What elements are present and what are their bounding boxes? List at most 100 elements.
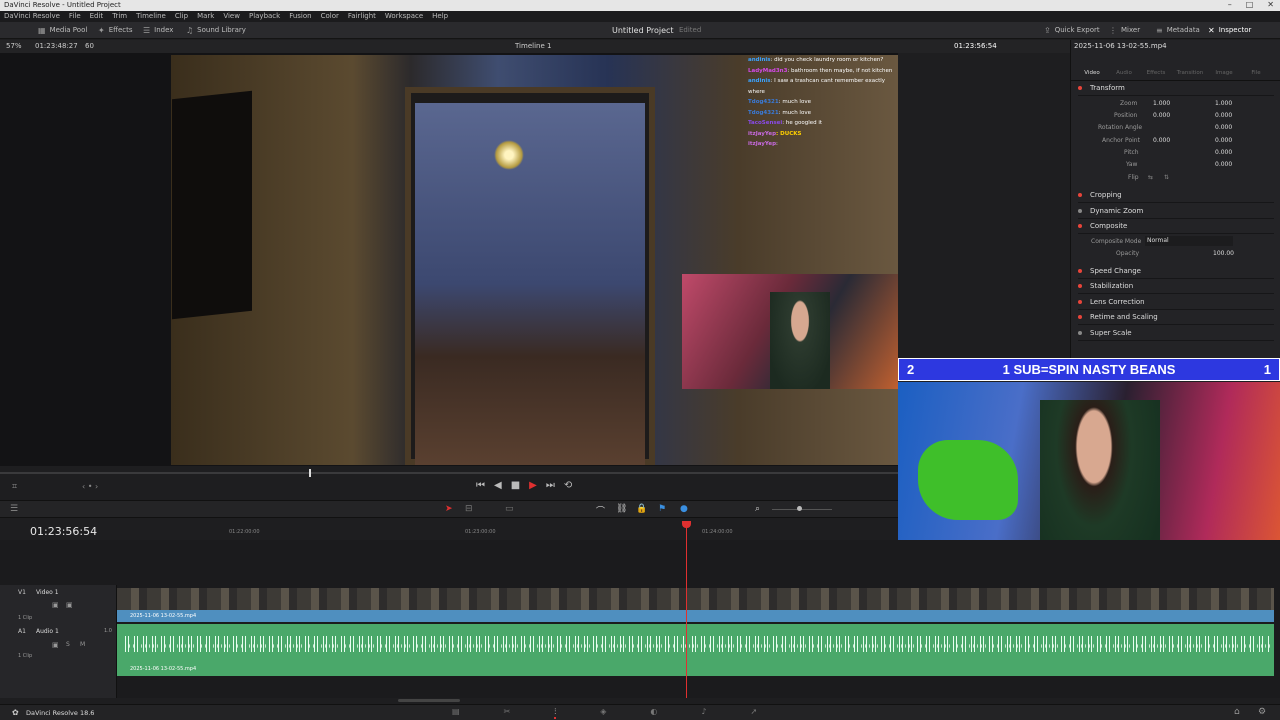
blade-tool-icon[interactable]: ▭ (505, 504, 514, 514)
maximize-button[interactable]: □ (1246, 0, 1254, 11)
minimize-button[interactable]: – (1228, 0, 1232, 11)
yaw-value[interactable]: 0.000 (1215, 159, 1232, 171)
tab-video[interactable]: Video (1076, 55, 1108, 76)
menu-workspace[interactable]: Workspace (385, 11, 423, 22)
scrubber-handle[interactable] (309, 469, 311, 477)
media-page-icon[interactable]: ▤ (452, 707, 460, 719)
reverse-icon[interactable]: ◀ (494, 480, 502, 491)
sound-library-button[interactable]: ♫ Sound Library (186, 22, 246, 39)
menu-playback[interactable]: Playback (249, 11, 280, 22)
viewer-scrubber[interactable] (0, 472, 898, 474)
edit-page-icon[interactable]: ⫶ (554, 707, 557, 719)
snapping-icon[interactable]: ⌒ (596, 504, 605, 517)
go-to-end-icon[interactable]: ⏭ (546, 480, 555, 491)
section-composite[interactable]: Composite (1078, 219, 1274, 234)
position-x[interactable]: 0.000 (1153, 110, 1170, 122)
flip-vertical-icon[interactable]: ⇅ (1164, 172, 1169, 184)
tab-effects[interactable]: Effects (1140, 55, 1172, 76)
audio-track-name[interactable]: Audio 1 (36, 628, 59, 635)
enabled-dot[interactable] (1078, 86, 1082, 90)
flag-icon[interactable]: ⚑ (658, 504, 666, 514)
fusion-page-icon[interactable]: ◈ (600, 707, 606, 719)
audio-lock-icon[interactable]: ▣ (52, 641, 59, 649)
mixer-button[interactable]: ⋮ Mixer (1109, 22, 1140, 39)
zoom-x[interactable]: 1.000 (1153, 98, 1170, 110)
zoom-icon[interactable]: ⌕ (755, 504, 760, 514)
nav-arrows-icon[interactable]: ‹ • › (82, 482, 98, 491)
timeline-ruler[interactable]: 01:22:00:00 01:23:00:00 01:24:00:00 (117, 522, 898, 540)
video-clip[interactable]: 2025-11-06 13-02-55.mp4 (117, 610, 1274, 622)
inspector-button[interactable]: ✕ Inspector (1208, 22, 1251, 39)
menu-color[interactable]: Color (321, 11, 339, 22)
color-page-icon[interactable]: ◐ (650, 707, 657, 719)
viewer-zoom[interactable]: 57% (6, 40, 22, 53)
tab-image[interactable]: Image (1208, 55, 1240, 76)
solo-button[interactable]: S (66, 641, 70, 648)
link-icon[interactable]: ⛓ (616, 504, 627, 514)
section-dynamic-zoom[interactable]: Dynamic Zoom (1078, 204, 1274, 219)
section-stabilization[interactable]: Stabilization (1078, 279, 1274, 294)
menu-file[interactable]: File (69, 11, 81, 22)
loop-icon[interactable]: ⟲ (564, 480, 572, 491)
tab-file[interactable]: File (1240, 55, 1272, 76)
position-y[interactable]: 0.000 (1215, 110, 1232, 122)
cut-page-icon[interactable]: ✂ (504, 707, 511, 719)
go-to-start-icon[interactable]: ⏮ (476, 480, 485, 491)
settings-gear-icon[interactable]: ⚙ (1258, 707, 1266, 717)
section-lens-correction[interactable]: Lens Correction (1078, 295, 1274, 310)
video-clip-thumbnails[interactable] (117, 588, 1274, 610)
anchor-x[interactable]: 0.000 (1153, 135, 1170, 147)
menu-view[interactable]: View (223, 11, 240, 22)
rotation-value[interactable]: 0.000 (1215, 122, 1232, 134)
timeline-scrollbar[interactable] (398, 699, 460, 702)
mute-button[interactable]: M (80, 641, 85, 648)
home-icon[interactable]: ⌂ (1234, 707, 1240, 717)
deliver-page-icon[interactable]: ➚ (751, 707, 758, 719)
fairlight-page-icon[interactable]: ♪ (701, 707, 706, 719)
track-visibility-icon[interactable]: ▣ (66, 601, 73, 609)
video-track-name[interactable]: Video 1 (36, 589, 59, 596)
tab-transition[interactable]: Transition (1174, 55, 1206, 76)
index-button[interactable]: ☰ Index (143, 22, 173, 39)
opacity-value[interactable]: 100.00 (1213, 248, 1234, 260)
section-transform[interactable]: Transform (1078, 81, 1274, 96)
menu-edit[interactable]: Edit (90, 11, 104, 22)
media-pool-button[interactable]: ▦ Media Pool (38, 22, 87, 39)
playhead[interactable] (686, 522, 687, 698)
menu-fusion[interactable]: Fusion (289, 11, 311, 22)
tab-audio[interactable]: Audio (1108, 55, 1140, 76)
track-lock-icon[interactable]: ▣ (52, 601, 59, 609)
menu-mark[interactable]: Mark (197, 11, 214, 22)
menu-fairlight[interactable]: Fairlight (348, 11, 376, 22)
timeline-view-icon[interactable]: ☰ (10, 504, 18, 514)
marker-icon[interactable]: ● (680, 504, 688, 514)
stop-icon[interactable]: ■ (511, 480, 520, 491)
timeline-name[interactable]: Timeline 1 (515, 40, 551, 53)
close-button[interactable]: ✕ (1267, 0, 1274, 11)
menu-davinci[interactable]: DaVinci Resolve (4, 11, 60, 22)
composite-mode-select[interactable]: Normal (1145, 236, 1233, 246)
viewer-options-icon[interactable]: ⌗ (12, 482, 17, 492)
flip-horizontal-icon[interactable]: ⇆ (1148, 172, 1153, 184)
zoom-y[interactable]: 1.000 (1215, 98, 1232, 110)
menu-clip[interactable]: Clip (175, 11, 188, 22)
menu-help[interactable]: Help (432, 11, 448, 22)
selection-tool-icon[interactable]: ➤ (445, 504, 453, 514)
play-icon[interactable]: ▶ (529, 480, 537, 491)
zoom-slider-handle[interactable] (797, 506, 802, 511)
menu-timeline[interactable]: Timeline (136, 11, 166, 22)
playhead-handle[interactable] (682, 521, 691, 528)
section-speed-change[interactable]: Speed Change (1078, 264, 1274, 279)
section-retime[interactable]: Retime and Scaling (1078, 310, 1274, 325)
lock-icon[interactable]: 🔒 (636, 504, 647, 514)
trim-tool-icon[interactable]: ⊟ (465, 504, 473, 514)
effects-button[interactable]: ✦ Effects (98, 22, 133, 39)
pitch-value[interactable]: 0.000 (1215, 147, 1232, 159)
section-cropping[interactable]: Cropping (1078, 188, 1274, 203)
anchor-y[interactable]: 0.000 (1215, 135, 1232, 147)
menu-trim[interactable]: Trim (112, 11, 127, 22)
section-super-scale[interactable]: Super Scale (1078, 326, 1274, 341)
quick-export-button[interactable]: ⇪ Quick Export (1044, 22, 1100, 39)
metadata-button[interactable]: ≡ Metadata (1156, 22, 1200, 39)
zoom-slider[interactable] (772, 509, 832, 510)
